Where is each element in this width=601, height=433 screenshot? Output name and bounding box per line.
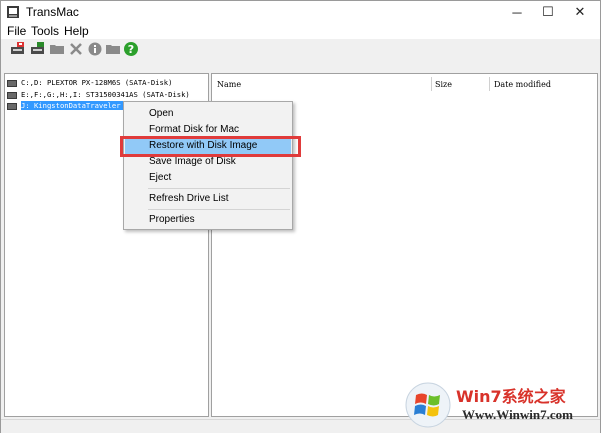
context-menu: Open Format Disk for Mac Restore with Di… bbox=[123, 101, 293, 230]
menu-refresh-drive-list[interactable]: Refresh Drive List bbox=[125, 191, 291, 207]
watermark-brand: Win7系统之家 bbox=[456, 387, 566, 406]
format-disk-icon[interactable] bbox=[10, 41, 26, 57]
toolbar: ? bbox=[1, 39, 600, 59]
menu-bar: File Tools Help bbox=[1, 23, 600, 39]
maximize-button[interactable]: ☐ bbox=[532, 1, 564, 23]
annotation-highlight bbox=[120, 136, 301, 157]
column-name[interactable]: Name bbox=[217, 80, 241, 89]
drive-item-e[interactable]: E:,F:,G:,H:,I: ST31500341AS (SATA-Disk) bbox=[7, 89, 190, 100]
transmac-app-icon bbox=[7, 6, 19, 18]
column-date-modified[interactable]: Date modified bbox=[494, 80, 551, 89]
drive-item-c[interactable]: C:,D: PLEXTOR PX-128M6S (SATA-Disk) bbox=[7, 77, 172, 88]
app-window: TransMac ─ ☐ ✕ File Tools Help ? C:,D: P… bbox=[0, 0, 601, 433]
menu-file[interactable]: File bbox=[7, 24, 26, 38]
info-icon[interactable] bbox=[87, 41, 103, 57]
menu-eject[interactable]: Eject bbox=[125, 170, 291, 186]
minimize-button[interactable]: ─ bbox=[501, 1, 533, 23]
title-bar: TransMac ─ ☐ ✕ bbox=[1, 1, 600, 23]
minimize-icon: ─ bbox=[512, 4, 522, 20]
menu-properties[interactable]: Properties bbox=[125, 212, 291, 228]
help-icon[interactable]: ? bbox=[123, 41, 139, 57]
open-disk-icon[interactable] bbox=[30, 41, 46, 57]
menu-help[interactable]: Help bbox=[64, 24, 89, 38]
column-separator[interactable] bbox=[489, 77, 490, 91]
menu-separator bbox=[148, 188, 290, 189]
folder-icon[interactable] bbox=[49, 41, 65, 57]
hard-drive-icon bbox=[7, 91, 17, 99]
delete-icon[interactable] bbox=[68, 41, 84, 57]
column-separator[interactable] bbox=[431, 77, 432, 91]
hard-drive-icon bbox=[7, 79, 17, 87]
usb-drive-icon bbox=[7, 102, 17, 110]
watermark-url: Www.Winwin7.com bbox=[462, 407, 573, 422]
column-size[interactable]: Size bbox=[435, 80, 452, 89]
window-title: TransMac bbox=[26, 5, 79, 19]
maximize-icon: ☐ bbox=[542, 4, 554, 19]
menu-separator bbox=[148, 209, 290, 210]
watermark: Win7系统之家 Www.Winwin7.com bbox=[404, 381, 599, 431]
close-button[interactable]: ✕ bbox=[564, 1, 596, 23]
menu-tools[interactable]: Tools bbox=[31, 24, 59, 38]
new-folder-icon[interactable] bbox=[105, 41, 121, 57]
windows-logo-icon bbox=[405, 382, 451, 428]
svg-text:?: ? bbox=[128, 43, 134, 56]
close-icon: ✕ bbox=[574, 4, 586, 19]
menu-open[interactable]: Open bbox=[125, 106, 291, 122]
